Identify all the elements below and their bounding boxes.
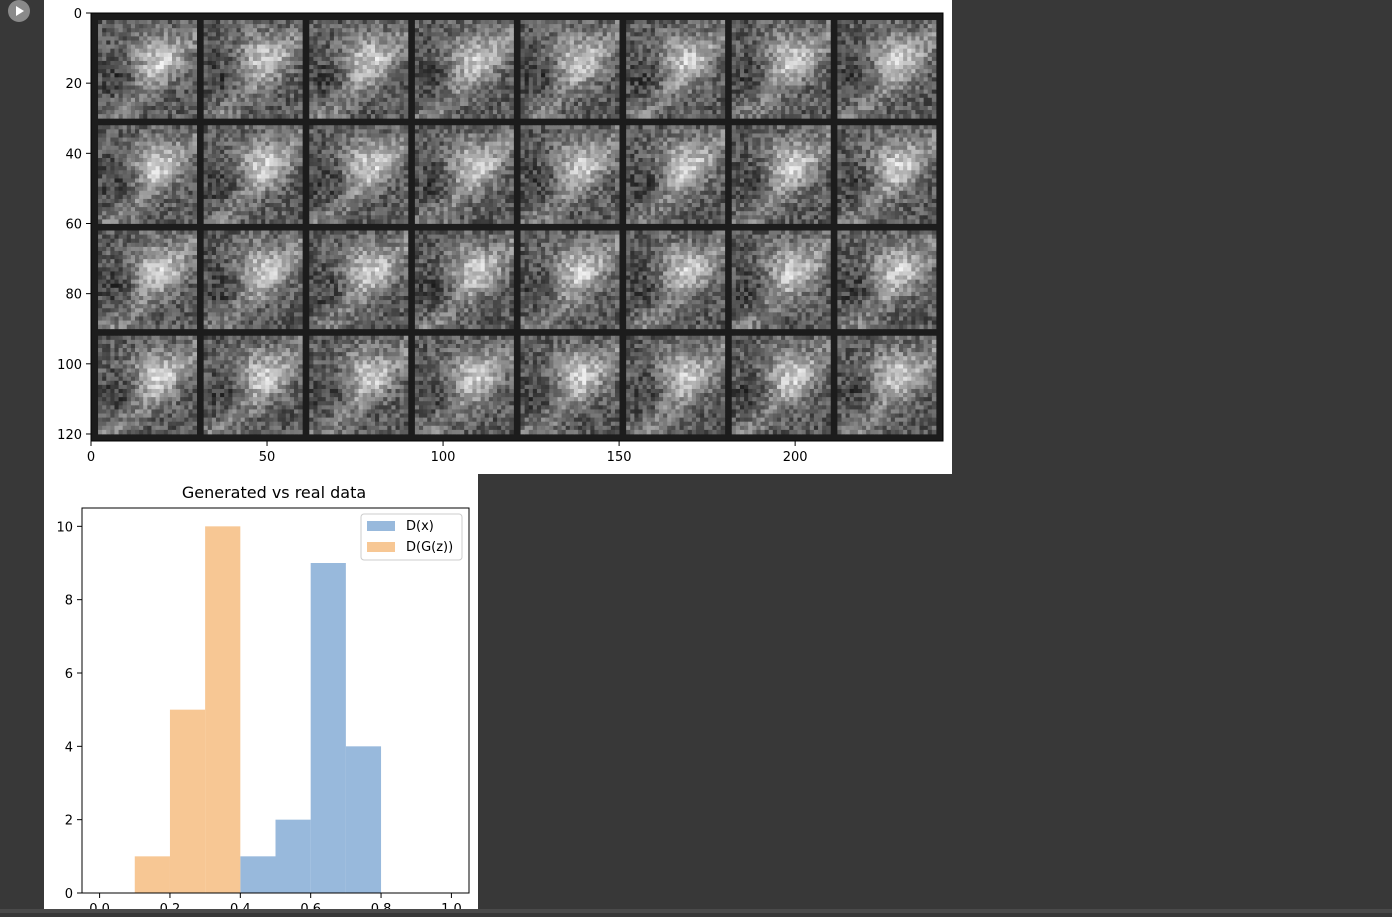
sample-image <box>309 336 408 435</box>
legend-swatch-dx <box>367 521 395 531</box>
sample-image <box>309 20 408 119</box>
histogram-bar <box>135 856 170 893</box>
sample-image <box>732 20 831 119</box>
y-tick-label: 2 <box>65 814 73 829</box>
sample-image <box>415 20 514 119</box>
y-tick-label: 120 <box>57 428 82 443</box>
histogram-bar <box>276 820 311 893</box>
x-tick-label: 200 <box>783 450 808 465</box>
sample-image <box>98 336 197 435</box>
y-tick-label: 4 <box>65 740 73 755</box>
y-tick-label: 80 <box>65 288 82 303</box>
histogram-ticks: 0.00.20.40.60.81.00246810 <box>56 520 461 913</box>
play-circle-icon <box>13 5 25 17</box>
sample-image <box>98 20 197 119</box>
bottom-divider <box>0 909 1392 913</box>
histogram-bar <box>346 746 381 893</box>
run-cell-button[interactable] <box>8 0 30 22</box>
sample-image <box>204 336 303 435</box>
histogram-figure: Generated vs real data 0.00.20.40.60.81.… <box>44 474 478 913</box>
y-tick-label: 6 <box>65 667 73 682</box>
sample-image <box>98 125 197 224</box>
sample-image <box>837 336 936 435</box>
sample-image <box>309 231 408 330</box>
x-tick-label: 100 <box>431 450 456 465</box>
image-grid-figure: 0 50 100 150 200 0 20 40 60 80 100 120 <box>44 0 952 474</box>
sample-image <box>415 336 514 435</box>
y-tick-label: 0 <box>65 887 73 902</box>
y-tick-label: 40 <box>65 147 82 162</box>
sample-image <box>521 20 620 119</box>
sample-image <box>204 20 303 119</box>
sample-image <box>732 125 831 224</box>
sample-image <box>309 125 408 224</box>
x-tick-label: 150 <box>607 450 632 465</box>
sample-image <box>415 125 514 224</box>
legend-label-dx: D(x) <box>406 519 434 534</box>
sample-image <box>732 231 831 330</box>
histogram-bars <box>135 526 381 893</box>
y-tick-label: 60 <box>65 217 82 232</box>
sample-image <box>415 231 514 330</box>
x-tick-label: 50 <box>259 450 276 465</box>
sample-image <box>837 231 936 330</box>
histogram-bar <box>240 856 275 893</box>
sample-image <box>521 336 620 435</box>
y-tick-label: 0 <box>74 7 82 22</box>
y-tick-label: 8 <box>65 594 73 609</box>
histogram-bar <box>205 526 240 893</box>
sample-image <box>626 20 725 119</box>
sample-image <box>626 231 725 330</box>
sample-image <box>204 231 303 330</box>
sample-image <box>521 125 620 224</box>
histogram-output: Generated vs real data 0.00.20.40.60.81.… <box>44 474 478 913</box>
sample-image <box>837 125 936 224</box>
legend: D(x) D(G(z)) <box>361 514 462 560</box>
sample-image <box>204 125 303 224</box>
sample-image <box>521 231 620 330</box>
sample-image <box>626 336 725 435</box>
x-tick-label: 0 <box>87 450 95 465</box>
legend-label-dgz: D(G(z)) <box>406 540 453 555</box>
legend-swatch-dgz <box>367 542 395 552</box>
y-tick-label: 100 <box>57 358 82 373</box>
sample-image <box>732 336 831 435</box>
sample-image <box>98 231 197 330</box>
y-tick-label: 10 <box>56 520 73 535</box>
histogram-bar <box>170 710 205 893</box>
chart-title: Generated vs real data <box>182 483 366 502</box>
histogram-bar <box>311 563 346 893</box>
sample-image <box>626 125 725 224</box>
sample-image <box>837 20 936 119</box>
image-grid-output: 0 50 100 150 200 0 20 40 60 80 100 120 <box>44 0 952 474</box>
y-tick-label: 20 <box>65 77 82 92</box>
